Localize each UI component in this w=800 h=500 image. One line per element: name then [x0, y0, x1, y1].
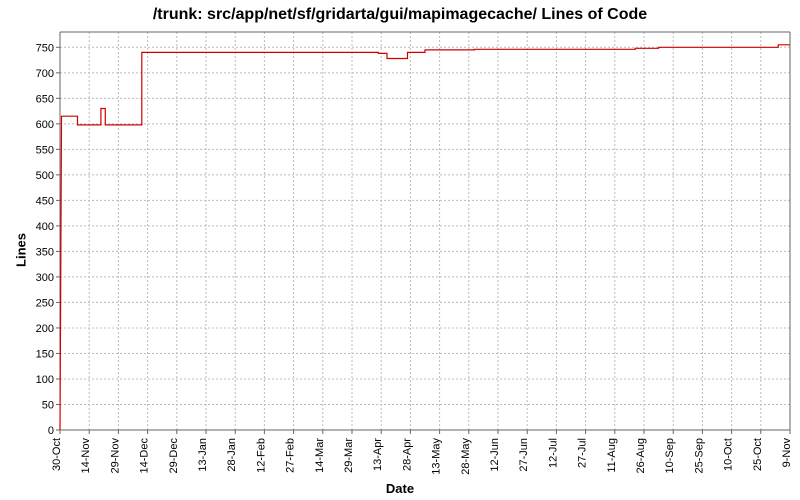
x-tick-label: 14-Mar — [314, 438, 326, 473]
y-tick-label: 100 — [36, 374, 54, 386]
y-tick-label: 250 — [36, 297, 54, 309]
x-tick-label: 14-Nov — [80, 438, 92, 474]
x-tick-label: 10-Oct — [723, 438, 735, 471]
y-tick-label: 450 — [36, 195, 54, 207]
x-tick-label: 29-Mar — [343, 438, 355, 473]
x-tick-label: 12-Feb — [255, 438, 267, 473]
y-tick-label: 550 — [36, 144, 54, 156]
x-tick-label: 11-Aug — [606, 438, 618, 473]
y-tick-label: 400 — [36, 221, 54, 233]
x-tick-label: 13-May — [431, 438, 443, 475]
y-tick-label: 700 — [36, 68, 54, 80]
y-tick-label: 150 — [36, 348, 54, 360]
x-tick-label: 28-Apr — [401, 438, 413, 471]
x-tick-label: 25-Sep — [693, 438, 705, 473]
x-tick-label: 9-Nov — [781, 438, 793, 468]
x-tick-label: 27-Jun — [518, 438, 530, 472]
y-tick-label: 350 — [36, 246, 54, 258]
chart-container: /trunk: src/app/net/sf/gridarta/gui/mapi… — [0, 0, 800, 500]
x-tick-label: 28-May — [460, 438, 472, 475]
chart-svg: 0 50 100 150 200 250 300 350 400 450 500 550 600 650 7… — [0, 0, 800, 500]
x-tick-label: 13-Jan — [197, 438, 209, 472]
x-tick-label: 27-Jul — [577, 438, 589, 468]
series-line — [60, 45, 790, 430]
x-tick-label: 12-Jul — [547, 438, 559, 468]
y-tick-label: 50 — [42, 399, 54, 411]
y-tick-label: 200 — [36, 323, 54, 335]
x-tick-label: 29-Dec — [168, 438, 180, 474]
y-tick-label: 750 — [36, 42, 54, 54]
x-tick-label: 27-Feb — [285, 438, 297, 473]
x-tick-label: 13-Apr — [372, 438, 384, 471]
x-tick-label: 30-Oct — [51, 438, 63, 471]
x-tick-label: 14-Dec — [139, 438, 151, 474]
x-tick-label: 28-Jan — [226, 438, 238, 472]
y-tick-label: 0 — [48, 425, 54, 437]
y-tick-label: 300 — [36, 272, 54, 284]
y-tick-label: 650 — [36, 93, 54, 105]
x-tick-label: 25-Oct — [752, 438, 764, 471]
x-tick-label: 29-Nov — [109, 438, 121, 474]
x-tick-label: 10-Sep — [664, 438, 676, 473]
y-tick-label: 500 — [36, 170, 54, 182]
x-tick-label: 26-Aug — [635, 438, 647, 473]
x-tick-label: 12-Jun — [489, 438, 501, 472]
y-tick-label: 600 — [36, 119, 54, 131]
